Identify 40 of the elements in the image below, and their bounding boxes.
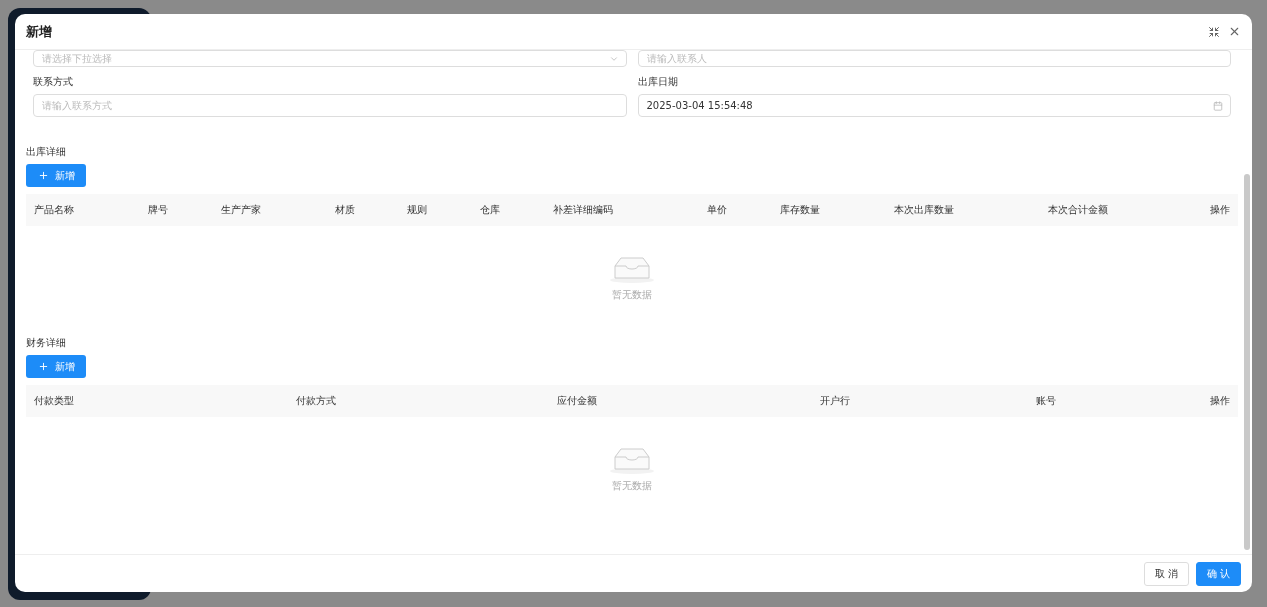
- dialog-title: 新增: [26, 22, 52, 41]
- column-header: 库存数量: [778, 203, 821, 217]
- field-label: 出库日期: [637, 75, 679, 89]
- column-header: 材质: [333, 203, 356, 217]
- empty-inbox-icon: [609, 445, 655, 475]
- column-header: 操作: [1209, 203, 1231, 217]
- column-header: 付款方式: [294, 394, 337, 408]
- calendar-icon: [1213, 100, 1223, 111]
- collapse-icon[interactable]: [1208, 25, 1220, 38]
- empty-inbox-icon: [609, 254, 655, 284]
- input-field[interactable]: 请输入联系人: [637, 50, 1231, 67]
- column-header: 付款类型: [33, 394, 75, 408]
- scrollbar[interactable]: [1244, 174, 1250, 550]
- column-header: 单价: [705, 203, 728, 217]
- confirm-button[interactable]: 确 认: [1195, 561, 1241, 586]
- column-header: 仓库: [479, 203, 502, 217]
- column-header: 本次出库数量: [892, 203, 955, 217]
- column-header: 补差详细编码: [552, 203, 615, 217]
- plus-icon: [37, 170, 49, 181]
- section-title: 出库详细: [26, 145, 67, 159]
- close-icon[interactable]: [1228, 25, 1241, 38]
- cancel-button[interactable]: 取 消: [1143, 561, 1189, 586]
- column-header: 操作: [1209, 394, 1231, 408]
- column-header: 生产产家: [219, 203, 262, 217]
- column-header: 产品名称: [33, 203, 75, 217]
- empty-text: 暂无数据: [612, 479, 652, 493]
- section-title: 财务详细: [26, 336, 67, 350]
- select-field[interactable]: 请选择下拉选择: [33, 50, 627, 67]
- plus-icon: [37, 361, 49, 372]
- column-header: 牌号: [146, 203, 169, 217]
- add-button[interactable]: 新增: [26, 164, 86, 187]
- date-field[interactable]: 2025-03-04 15:54:48: [637, 94, 1231, 117]
- column-header: 规则: [406, 203, 429, 217]
- column-header: 账号: [1035, 394, 1058, 408]
- add-button[interactable]: 新增: [26, 355, 86, 378]
- column-header: 本次合计金额: [1047, 203, 1110, 217]
- field-label: 联系方式: [33, 75, 74, 89]
- empty-text: 暂无数据: [612, 288, 652, 302]
- column-header: 应付金额: [556, 394, 599, 408]
- column-header: 开户行: [818, 394, 851, 408]
